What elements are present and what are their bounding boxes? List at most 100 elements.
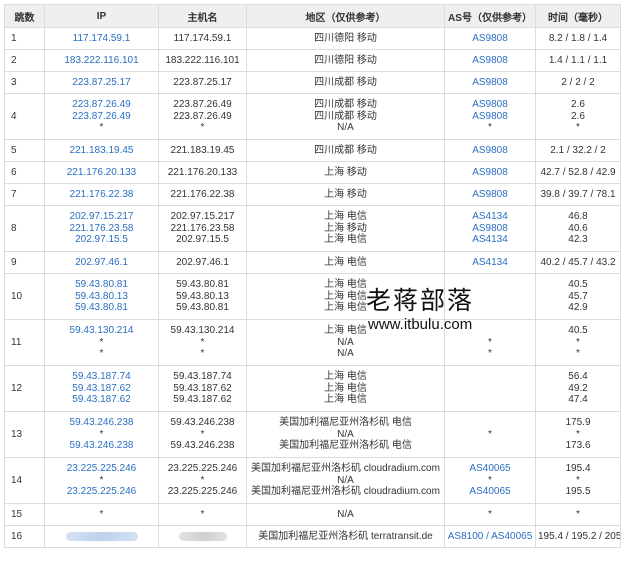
ip-link[interactable]: 223.87.25.17 xyxy=(47,77,156,89)
region-value: 美国加利福尼亚州洛杉矶 电信 xyxy=(279,440,412,452)
region-cell: 四川成都 移动 xyxy=(246,139,445,162)
ip-link[interactable]: 221.183.19.45 xyxy=(47,145,156,157)
time-cell: 40.2 / 45.7 / 43.2 xyxy=(535,251,621,274)
as-link[interactable]: AS9808 xyxy=(447,55,533,67)
header-time: 时间（毫秒） xyxy=(535,4,621,28)
region-value: 上海 电信 xyxy=(324,211,367,223)
host-cell: 221.183.19.45 xyxy=(158,139,247,162)
time-cell: 40.5 45.7 42.9 xyxy=(535,273,621,320)
region-cell: N/A xyxy=(246,503,445,526)
ip-link[interactable]: 221.176.22.38 xyxy=(47,189,156,201)
ip-link[interactable]: 59.43.187.62 xyxy=(47,394,156,406)
ip-link[interactable]: 23.225.225.246 xyxy=(47,486,156,498)
as-cell: AS9808 xyxy=(444,161,536,184)
as-link[interactable]: AS9808 xyxy=(447,189,533,201)
region-cell: 上海 移动 xyxy=(246,161,445,184)
as-cell: AS9808 xyxy=(444,27,536,50)
table-body: 1 117.174.59.1 117.174.59.1 四川德阳 移动 AS9808 8.… xyxy=(4,27,621,548)
region-value: 上海 电信 xyxy=(324,290,367,302)
as-value: * xyxy=(488,474,492,486)
time-value: 49.2 xyxy=(568,382,588,394)
as-link[interactable]: AS4134 xyxy=(447,234,533,246)
as-cell xyxy=(444,365,536,412)
as-link[interactable]: AS40065 xyxy=(447,463,533,475)
region-value: 上海 电信 xyxy=(324,234,367,246)
as-link[interactable]: AS9808 xyxy=(447,145,533,157)
table-row: 15 * * N/A * * xyxy=(4,503,621,526)
as-cell: * xyxy=(444,411,536,458)
ip-link[interactable]: 221.176.23.58 xyxy=(47,223,156,235)
time-cell: 175.9 * 173.6 xyxy=(535,411,621,458)
host-cell: 223.87.26.49 223.87.26.49 * xyxy=(158,93,247,140)
host-value: 59.43.246.238 xyxy=(170,440,235,452)
ip-link[interactable]: 23.225.225.246 xyxy=(47,463,156,475)
region-value: N/A xyxy=(337,428,354,440)
as-link[interactable]: AS9808 xyxy=(447,99,533,111)
as-link[interactable]: AS9808 xyxy=(447,33,533,45)
region-value: 上海 电信 xyxy=(324,256,367,268)
host-value: 23.225.225.246 xyxy=(167,463,238,475)
region-cell: 上海 电信 N/A N/A xyxy=(246,319,445,366)
ip-link[interactable]: 202.97.46.1 xyxy=(47,257,156,269)
region-value: 四川成都 移动 xyxy=(314,144,377,156)
ip-link[interactable]: 59.43.246.238 xyxy=(47,417,156,429)
as-link[interactable]: AS40065 xyxy=(447,486,533,498)
as-link[interactable]: AS4134 xyxy=(447,211,533,223)
hop-cell: 7 xyxy=(4,183,45,206)
ip-link[interactable]: 202.97.15.5 xyxy=(47,234,156,246)
time-value: 1.4 / 1.1 / 1.1 xyxy=(548,54,608,66)
region-value: N/A xyxy=(337,474,354,486)
time-value: 42.9 xyxy=(568,302,588,314)
ip-link[interactable]: 221.176.20.133 xyxy=(47,167,156,179)
ip-link[interactable]: 59.43.246.238 xyxy=(47,440,156,452)
table-row: 9 202.97.46.1 202.97.46.1 上海 电信 AS4134 40.2 /… xyxy=(4,251,621,274)
region-cell: 上海 电信 xyxy=(246,251,445,274)
time-cell: 2.1 / 32.2 / 2 xyxy=(535,139,621,162)
host-cell: * xyxy=(158,503,247,526)
region-value: 上海 电信 xyxy=(324,302,367,314)
as-link[interactable]: AS9808 xyxy=(447,111,533,123)
as-link[interactable]: AS4134 xyxy=(447,257,533,269)
header-host: 主机名 xyxy=(158,4,247,28)
host-value: 59.43.130.214 xyxy=(170,325,235,337)
hop-cell: 4 xyxy=(4,93,45,140)
table-row: 13 59.43.246.238 * 59.43.246.238 59.43.246.2… xyxy=(4,411,621,458)
as-link[interactable]: AS8100 / AS40065 xyxy=(447,531,533,543)
ip-link[interactable]: 59.43.130.214 xyxy=(47,325,156,337)
ip-value: * xyxy=(99,508,104,520)
ip-cell: 59.43.246.238 * 59.43.246.238 xyxy=(44,411,159,458)
table-row: 5 221.183.19.45 221.183.19.45 四川成都 移动 AS9808… xyxy=(4,139,621,162)
ip-link[interactable]: 59.43.187.74 xyxy=(47,371,156,383)
ip-link[interactable]: 223.87.26.49 xyxy=(47,111,156,123)
host-cell: 223.87.25.17 xyxy=(158,71,247,94)
table-header-row: 跳数 IP 主机名 地区（仅供参考） AS号（仅供参考） 时间（毫秒） xyxy=(4,4,621,28)
ip-link[interactable]: 223.87.26.49 xyxy=(47,99,156,111)
ip-link[interactable]: 59.43.187.62 xyxy=(47,383,156,395)
ip-cell: 223.87.26.49 223.87.26.49 * xyxy=(44,93,159,140)
time-value: 2 / 2 / 2 xyxy=(561,76,595,88)
table-row: 8 202.97.15.217 221.176.23.58 202.97.15.5 20… xyxy=(4,205,621,252)
ip-value: * xyxy=(99,474,104,486)
ip-link[interactable]: 59.43.80.13 xyxy=(47,291,156,303)
ip-link[interactable]: 59.43.80.81 xyxy=(47,279,156,291)
ip-link[interactable]: 117.174.59.1 xyxy=(47,33,156,45)
as-value: * xyxy=(488,508,492,520)
ip-link[interactable]: 183.222.116.101 xyxy=(47,55,156,67)
host-value: 202.97.15.217 xyxy=(170,211,235,223)
as-value xyxy=(447,302,533,314)
as-link[interactable]: AS9808 xyxy=(447,167,533,179)
ip-link[interactable]: 59.43.80.81 xyxy=(47,302,156,314)
as-link[interactable]: AS9808 xyxy=(447,77,533,89)
host-value: * xyxy=(200,474,205,486)
ip-cell: 117.174.59.1 xyxy=(44,27,159,50)
host-cell: 59.43.187.74 59.43.187.62 59.43.187.62 xyxy=(158,365,247,412)
time-value: 40.2 / 45.7 / 43.2 xyxy=(540,256,616,268)
as-link[interactable]: AS9808 xyxy=(447,223,533,235)
ip-link[interactable]: 202.97.15.217 xyxy=(47,211,156,223)
time-value: * xyxy=(576,336,580,348)
host-value: 59.43.187.62 xyxy=(173,394,232,406)
table-row: 6 221.176.20.133 221.176.20.133 上海 移动 AS9808… xyxy=(4,161,621,184)
region-cell: 上海 电信 上海 移动 上海 电信 xyxy=(246,205,445,252)
as-cell: AS9808 AS9808 * xyxy=(444,93,536,140)
table-row: 16 美国加利福尼亚州洛杉矶 terratransit.de AS8100 / AS… xyxy=(4,525,621,548)
